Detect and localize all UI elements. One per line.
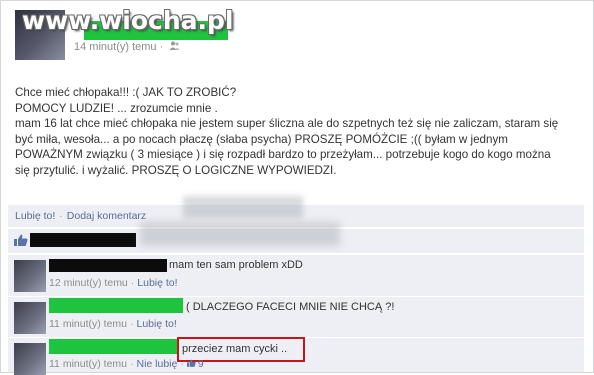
post-line: Chce mieć chłopaka!!! :( JAK TO ZROBIĆ? [15, 86, 237, 99]
commenter-avatar[interactable] [14, 343, 46, 375]
post-line: się przytulić. i wyżalić. PROSZĘ O LOGIC… [15, 163, 337, 177]
comment-timestamp[interactable]: 11 minut(y) temu [49, 358, 127, 370]
post-meta: 14 minut(y) temu · [74, 41, 180, 53]
redacted-commenter-name [49, 259, 167, 272]
redacted-commenter-name [49, 298, 183, 313]
site-watermark: www.wiocha.pl [22, 6, 234, 35]
post-line: być miła, wesoła... a po nocach płaczę (… [15, 132, 508, 146]
comment-meta: 11 minut(y) temu · Nie lubię · 9 [49, 358, 204, 370]
comment-like-button[interactable]: Lubię to! [137, 318, 177, 330]
thumbs-up-icon [14, 233, 28, 246]
commenter-avatar[interactable] [14, 302, 46, 334]
post-text: Chce mieć chłopaka!!! :( JAK TO ZROBIĆ? … [15, 85, 580, 178]
blurred-area [183, 196, 303, 218]
like-button[interactable]: Lubię to! [15, 210, 55, 222]
comment-timestamp[interactable]: 11 minut(y) temu [49, 318, 127, 330]
comment-text: mam ten sam problem xDD [169, 259, 303, 271]
comment-timestamp[interactable]: 12 minut(y) temu [49, 277, 128, 289]
add-comment-link[interactable]: Dodaj komentarz [67, 210, 146, 222]
post-timestamp[interactable]: 14 minut(y) temu [74, 41, 157, 53]
post-line: POWAŻNYM związku ( 3 miesiące ) i się ro… [15, 148, 551, 161]
post-line: POMOCY LUDZIE! ... zrozumcie mnie . [15, 101, 218, 115]
comment-text: przeciez mam cycki .. [182, 343, 288, 355]
comment-meta: 12 minut(y) temu · Lubię to! [49, 277, 178, 289]
friends-icon [169, 41, 180, 53]
post-line: mam 16 lat chce mieć chłopaka nie jestem… [15, 117, 559, 130]
like-count-icon [186, 358, 196, 367]
redacted-likers [30, 233, 136, 247]
comment-like-button[interactable]: Lubię to! [137, 277, 177, 289]
redacted-commenter-name [49, 339, 177, 354]
like-count[interactable]: 9 [198, 358, 204, 370]
comment-meta: 11 minut(y) temu · Lubię to! [49, 318, 177, 330]
post-actions: Lubię to! · Dodaj komentarz [15, 210, 147, 222]
comment-text: ( DLACZEGO FACECI MNIE NIE CHCĄ ?! [186, 301, 395, 313]
blurred-area [140, 222, 340, 246]
comment-unlike-button[interactable]: Nie lubię [137, 358, 178, 370]
commenter-avatar[interactable] [14, 260, 46, 292]
